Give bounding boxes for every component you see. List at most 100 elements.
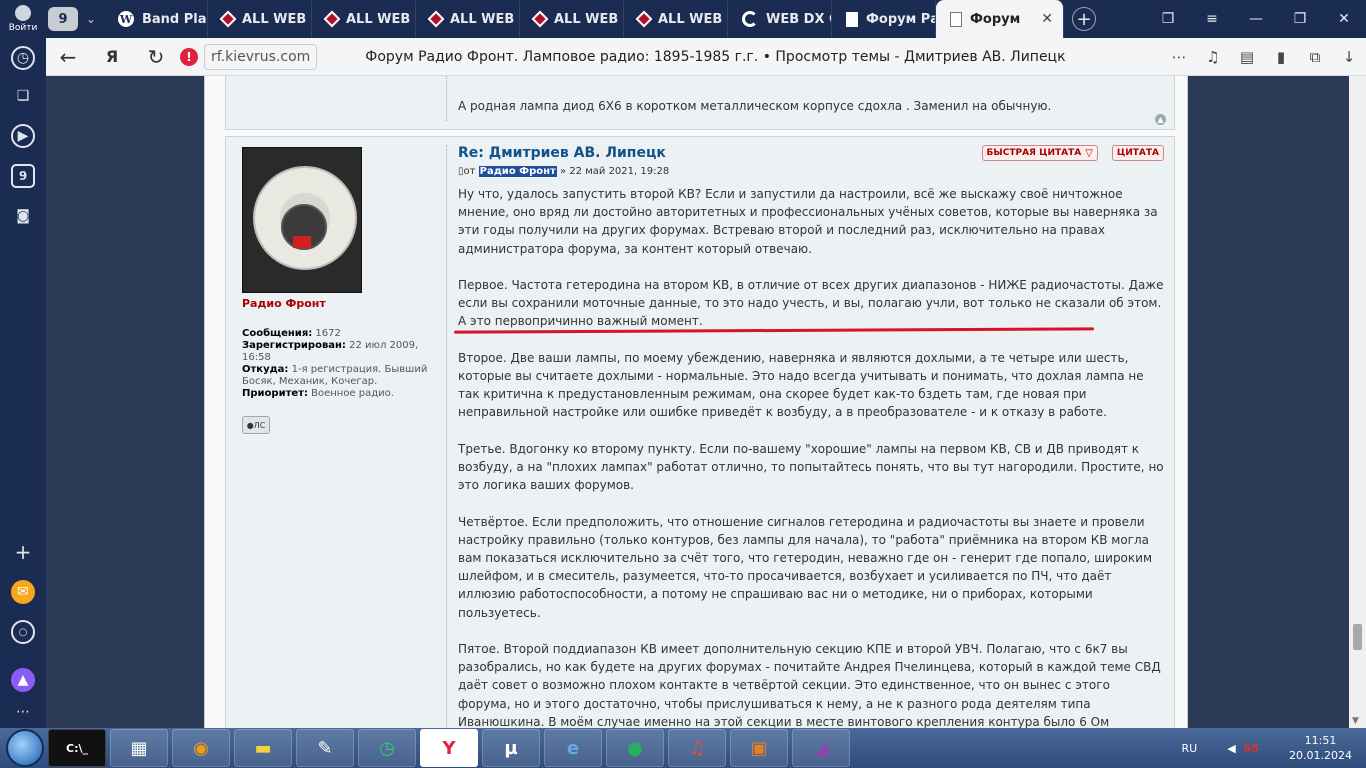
close-window-button[interactable]: ✕ (1322, 11, 1366, 27)
menu-icon[interactable]: ≡ (1190, 11, 1234, 27)
tab-web-dx[interactable]: WEB DX C (728, 0, 832, 38)
diamond-icon (635, 10, 653, 28)
tab-count-button[interactable]: 9 (48, 7, 78, 31)
user-icon (15, 5, 31, 21)
new-tab-button[interactable]: + (1072, 7, 1096, 31)
profile-username[interactable]: Радио Фронт (242, 297, 442, 310)
tab-band-plan[interactable]: WBand Plan (104, 0, 208, 38)
tab-all-web-5[interactable]: ALL WEB D (624, 0, 728, 38)
back-button[interactable]: ← (46, 38, 90, 76)
avatar (242, 147, 362, 293)
mail-icon[interactable]: ✉ (11, 580, 35, 604)
tray-arrow-icon[interactable]: ◀ (1227, 742, 1235, 755)
collections-icon[interactable]: ❏ (11, 84, 35, 108)
tab-forum-1[interactable]: Форум Ра (832, 0, 936, 38)
page-scrollbar[interactable]: ▼ (1349, 76, 1366, 728)
more-icon[interactable]: ⋯ (1162, 48, 1196, 66)
arrow-up-icon[interactable]: ▲ (1155, 114, 1166, 125)
divider (446, 76, 447, 121)
download-icon[interactable]: ↓ (1332, 48, 1366, 66)
tab-forum-active[interactable]: Форум ✕ (936, 0, 1064, 38)
tab-bar: Войти 9 ⌄ WBand Plan ALL WEB D ALL WEB D… (0, 0, 1366, 38)
minimize-button[interactable]: — (1234, 11, 1278, 27)
collections-icon[interactable]: ❐ (1146, 11, 1190, 27)
yandex-browser-icon[interactable]: Y (420, 729, 478, 767)
pm-button[interactable]: ● ЛС (242, 416, 270, 434)
wordpress-icon: W (118, 11, 134, 27)
tab-all-web-4[interactable]: ALL WEB D (520, 0, 624, 38)
tray-badge[interactable]: 65 (1244, 742, 1259, 755)
clock[interactable]: 11:51 20.01.2024 (1289, 733, 1352, 763)
screenshot-icon[interactable]: ◙ (11, 204, 35, 228)
diamond-icon (219, 10, 237, 28)
extensions-icon[interactable]: ⧉ (1298, 48, 1332, 66)
post-author[interactable]: Радио Фронт (478, 166, 557, 177)
tools-icon[interactable]: ▣ (730, 729, 788, 767)
post-paragraph: Второе. Две ваши лампы, по моему убежден… (458, 350, 1144, 420)
post-body: Re: Дмитриев АВ. Липецк ▯от Радио Фронт … (453, 145, 1166, 728)
toolbar-right: ⋯ ♫ ▤ ▮ ⧉ ↓ (1162, 48, 1366, 66)
add-icon[interactable]: + (11, 540, 35, 564)
post-title[interactable]: Re: Дмитриев АВ. Липецк (458, 145, 1166, 161)
forum-container: А родная лампа диод 6Х6 в коротком метал… (204, 76, 1188, 728)
language-indicator[interactable]: RU (1182, 742, 1198, 755)
music-icon[interactable]: ♫ (668, 729, 726, 767)
terminal-icon[interactable]: C:\_ (48, 729, 106, 767)
profile-meta: Сообщения: 1672 Зарегистрирован: 22 июл … (242, 328, 428, 399)
play-icon[interactable]: ▶ (11, 124, 35, 148)
tab-all-web-1[interactable]: ALL WEB D (208, 0, 312, 38)
post-paragraph: Ну что, удалось запустить второй КВ? Есл… (458, 187, 1158, 256)
vpn-icon[interactable]: ◉ (172, 729, 230, 767)
start-button[interactable] (6, 729, 44, 767)
chevron-down-icon[interactable]: ⌄ (78, 7, 104, 31)
profile-label: Войти (8, 23, 38, 33)
url-area[interactable]: ! rf.kievrus.com (180, 43, 318, 71)
tab-all-web-3[interactable]: ALL WEB D (416, 0, 520, 38)
diamond-icon (323, 10, 341, 28)
system-tray: RU ◀ 65 11:51 20.01.2024 (1182, 728, 1366, 768)
ring-icon (742, 11, 758, 27)
user-icon: ● (246, 420, 254, 430)
utorrent-icon[interactable]: µ (482, 729, 540, 767)
window-controls: ❐ ≡ — ❐ ✕ (1146, 0, 1366, 38)
scrollbar-thumb[interactable] (1353, 624, 1362, 650)
post-paragraph: Первое. Частота гетеродина на втором КВ,… (458, 278, 1164, 329)
browser-sidebar: ◷ ❏ ▶ 9 ◙ + ✉ ○ ▲ ⋯ (0, 38, 46, 728)
page-title: Форум Радио Фронт. Ламповое радио: 1895-… (365, 48, 1066, 65)
app-icon[interactable]: ▦ (110, 729, 168, 767)
bookmark-icon[interactable]: ▮ (1264, 48, 1298, 66)
messenger-icon[interactable]: ○ (11, 620, 35, 644)
address-bar: ← Я ↻ ! rf.kievrus.com Форум Радио Фронт… (46, 38, 1366, 76)
onenote-icon[interactable]: ◢ (792, 729, 850, 767)
history-icon[interactable]: ◷ (11, 46, 35, 70)
taskbar: C:\_ ▦ ◉ ▬ ✎ ◷ Y µ e ● ♫ ▣ ◢ RU ◀ 65 11:… (0, 728, 1366, 768)
post-content: Ну что, удалось запустить второй КВ? Есл… (453, 185, 1166, 728)
yandex-icon[interactable]: Я (90, 38, 134, 76)
previous-post: А родная лампа диод 6Х6 в коротком метал… (225, 76, 1175, 130)
url-field[interactable]: rf.kievrus.com (204, 43, 318, 70)
badge-icon[interactable]: 9 (11, 164, 35, 188)
divider (446, 145, 447, 728)
folder-icon[interactable]: ▬ (234, 729, 292, 767)
warning-icon[interactable]: ! (180, 47, 198, 66)
diamond-icon (427, 10, 445, 28)
alice-icon[interactable]: ▲ (11, 668, 35, 692)
globe-icon[interactable]: ● (606, 729, 664, 767)
post-byline: ▯от Радио Фронт » 22 май 2021, 19:28 (458, 166, 670, 177)
profile-button[interactable]: Войти (0, 0, 46, 38)
tab-all-web-2[interactable]: ALL WEB D (312, 0, 416, 38)
restore-button[interactable]: ❐ (1278, 11, 1322, 27)
post-paragraph: Третье. Вдогонку ко второму пункту. Если… (458, 441, 1164, 493)
clock-app-icon[interactable]: ◷ (358, 729, 416, 767)
paint-icon[interactable]: ✎ (296, 729, 354, 767)
reader-icon[interactable]: ▤ (1230, 48, 1264, 66)
reload-button[interactable]: ↻ (134, 38, 178, 76)
radio-marker-image (293, 236, 311, 248)
post-profile: Радио Фронт Сообщения: 1672 Зарегистриро… (242, 147, 442, 434)
more-icon[interactable]: ⋯ (11, 700, 35, 724)
close-tab-icon[interactable]: ✕ (1041, 11, 1053, 27)
ie-icon[interactable]: e (544, 729, 602, 767)
scroll-down-icon[interactable]: ▼ (1352, 716, 1359, 726)
diamond-icon (531, 10, 549, 28)
headphones-icon[interactable]: ♫ (1196, 48, 1230, 66)
